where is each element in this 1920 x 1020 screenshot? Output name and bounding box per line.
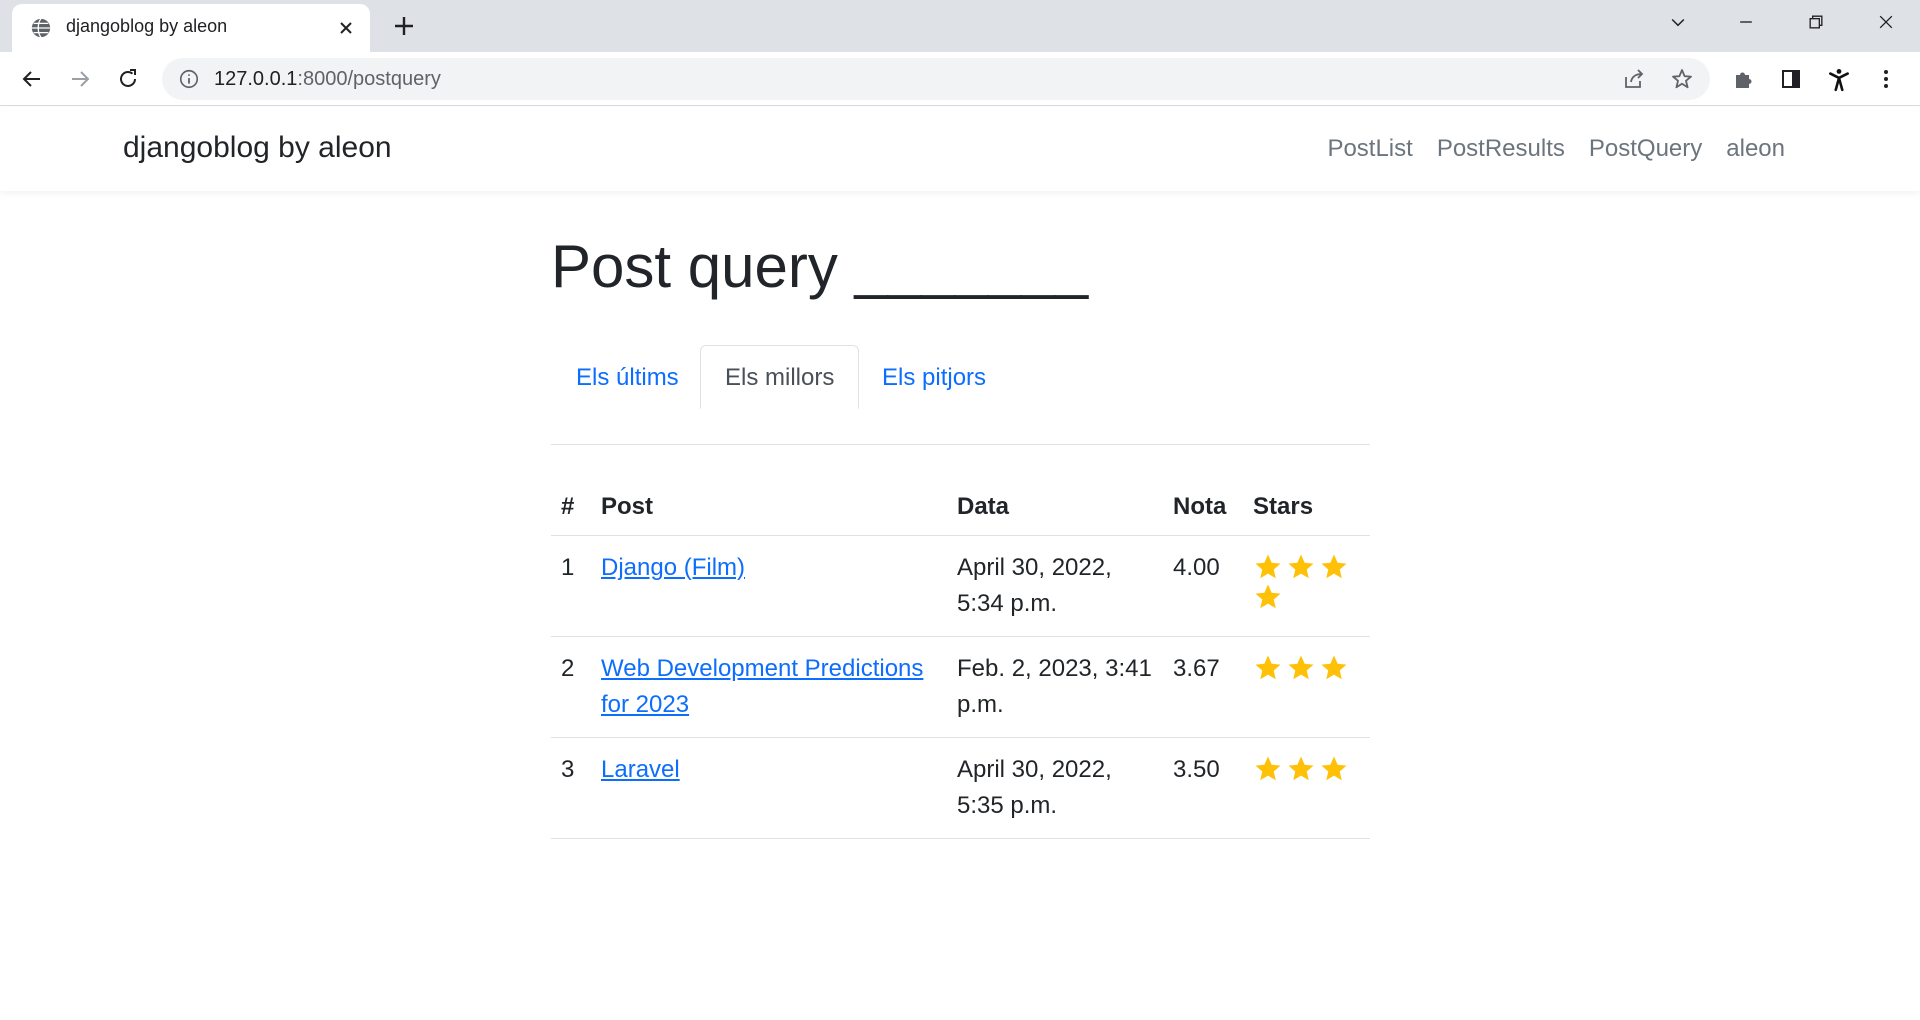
row-date: April 30, 2022, 5:35 p.m. (947, 737, 1163, 839)
address-bar[interactable]: 127.0.0.1:8000/postquery (162, 58, 1710, 100)
profile-icon[interactable] (1825, 65, 1853, 93)
star-icon (1253, 653, 1283, 683)
back-icon[interactable] (18, 65, 46, 93)
post-link[interactable]: Laravel (601, 756, 680, 783)
tab-title: djangoblog by aleon (66, 16, 228, 36)
star-icon (1253, 754, 1283, 784)
info-icon[interactable] (178, 68, 200, 90)
row-nota: 4.00 (1163, 535, 1243, 637)
plus-icon[interactable] (390, 12, 418, 40)
tab-els-millors[interactable]: Els millors (700, 345, 860, 409)
nav-link-user[interactable]: aleon (1726, 135, 1785, 163)
browser-tab[interactable]: djangoblog by aleon (12, 4, 370, 52)
site-navbar: djangoblog by aleon PostList PostResults… (0, 107, 1920, 191)
table-row: 1 Django (Film) April 30, 2022, 5:34 p.m… (551, 535, 1370, 637)
row-num: 3 (551, 737, 591, 839)
close-icon[interactable] (334, 16, 358, 40)
row-stars-cell (1243, 737, 1370, 839)
star-icon (1253, 552, 1283, 582)
tab-els-pitjors[interactable]: Els pitjors (857, 345, 1011, 409)
restore-icon[interactable] (1782, 0, 1850, 44)
header-data: Data (947, 479, 1163, 536)
row-stars-cell (1243, 535, 1370, 637)
nav-link-postquery[interactable]: PostQuery (1589, 135, 1702, 163)
row-nota: 3.67 (1163, 636, 1243, 738)
star-icon (1253, 582, 1283, 612)
sidepanel-icon[interactable] (1777, 65, 1805, 93)
row-date: April 30, 2022, 5:34 p.m. (947, 535, 1163, 637)
globe-icon (30, 17, 52, 39)
row-post-cell: Django (Film) (591, 535, 947, 637)
page-title: Post query _______ (551, 233, 1089, 300)
url-text[interactable]: 127.0.0.1:8000/postquery (214, 68, 441, 91)
browser-toolbar: 127.0.0.1:8000/postquery (0, 52, 1920, 106)
close-window-icon[interactable] (1852, 0, 1920, 44)
header-nota: Nota (1163, 479, 1243, 536)
star-rating (1253, 550, 1353, 612)
navbar-brand[interactable]: djangoblog by aleon (123, 131, 392, 165)
row-nota: 3.50 (1163, 737, 1243, 839)
header-stars: Stars (1243, 479, 1370, 536)
url-path: :8000/postquery (297, 68, 441, 90)
navbar-links: PostList PostResults PostQuery aleon (1327, 135, 1785, 163)
row-post-cell: Web Development Predictions for 2023 (591, 636, 947, 738)
tab-els-ultims[interactable]: Els últims (551, 345, 704, 409)
post-link[interactable]: Django (Film) (601, 554, 745, 581)
row-stars-cell (1243, 636, 1370, 738)
header-post: Post (591, 479, 947, 536)
star-rating (1253, 651, 1353, 683)
star-icon (1319, 552, 1349, 582)
query-tabs: Els últims Els millors Els pitjors (551, 345, 1370, 445)
star-icon (1319, 754, 1349, 784)
row-num: 2 (551, 636, 591, 738)
post-link[interactable]: Web Development Predictions for 2023 (601, 655, 923, 718)
puzzle-icon[interactable] (1729, 65, 1757, 93)
chevron-down-icon[interactable] (1644, 0, 1712, 44)
header-num: # (551, 479, 591, 536)
reload-icon[interactable] (114, 65, 142, 93)
table-row: 2 Web Development Predictions for 2023 F… (551, 636, 1370, 738)
menu-dots-icon[interactable] (1872, 65, 1900, 93)
table-header-row: # Post Data Nota Stars (551, 479, 1370, 536)
star-icon (1286, 552, 1316, 582)
star-icon (1319, 653, 1349, 683)
row-post-cell: Laravel (591, 737, 947, 839)
posts-table: # Post Data Nota Stars 1 Django (Film) A… (551, 479, 1370, 839)
nav-link-postresults[interactable]: PostResults (1437, 135, 1565, 163)
minimize-icon[interactable] (1712, 0, 1780, 44)
share-icon[interactable] (1622, 67, 1646, 91)
forward-icon[interactable] (66, 65, 94, 93)
nav-link-postlist[interactable]: PostList (1327, 135, 1412, 163)
url-host: 127.0.0.1 (214, 68, 298, 90)
star-rating (1253, 752, 1353, 784)
row-num: 1 (551, 535, 591, 637)
star-outline-icon[interactable] (1670, 67, 1694, 91)
star-icon (1286, 754, 1316, 784)
table-row: 3 Laravel April 30, 2022, 5:35 p.m. 3.50 (551, 737, 1370, 839)
row-date: Feb. 2, 2023, 3:41 p.m. (947, 636, 1163, 738)
star-icon (1286, 653, 1316, 683)
browser-tabstrip: djangoblog by aleon (0, 0, 1920, 52)
